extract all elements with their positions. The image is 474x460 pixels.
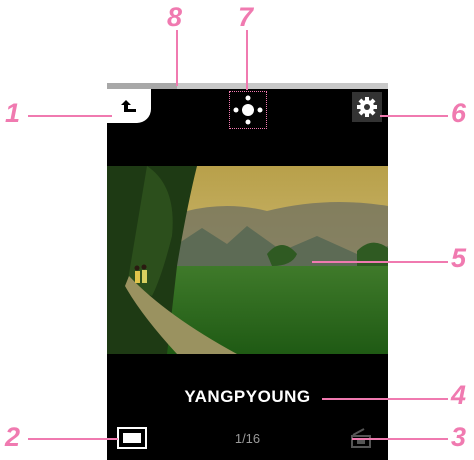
- joystick-button[interactable]: [229, 91, 267, 129]
- leader-line-8: [176, 30, 178, 86]
- settings-button[interactable]: [352, 92, 382, 122]
- photo-landscape[interactable]: [107, 166, 388, 354]
- phone-screen: YANGPYOUNG 1/16: [107, 83, 388, 460]
- joystick-icon: [233, 95, 263, 125]
- gear-icon: [357, 97, 377, 117]
- leader-line-1: [28, 115, 112, 117]
- leader-line-5: [312, 261, 448, 263]
- callout-label-4: 4: [451, 380, 467, 410]
- leader-line-3: [352, 438, 448, 440]
- callout-label-6: 6: [451, 98, 467, 128]
- photo-counter: 1/16: [234, 431, 261, 446]
- callout-label-1: 1: [5, 98, 21, 128]
- leader-line-7: [246, 30, 248, 90]
- leader-line-6: [380, 115, 448, 117]
- photo-caption: YANGPYOUNG: [184, 387, 311, 406]
- leader-line-4: [322, 398, 448, 400]
- callout-label-7: 7: [238, 2, 254, 32]
- leader-line-2: [28, 438, 118, 440]
- callout-label-2: 2: [5, 422, 21, 452]
- back-arrow-icon: [121, 100, 136, 112]
- back-button[interactable]: [107, 89, 151, 123]
- callout-label-8: 8: [167, 2, 183, 32]
- callout-label-3: 3: [451, 422, 467, 452]
- callout-label-5: 5: [451, 243, 467, 273]
